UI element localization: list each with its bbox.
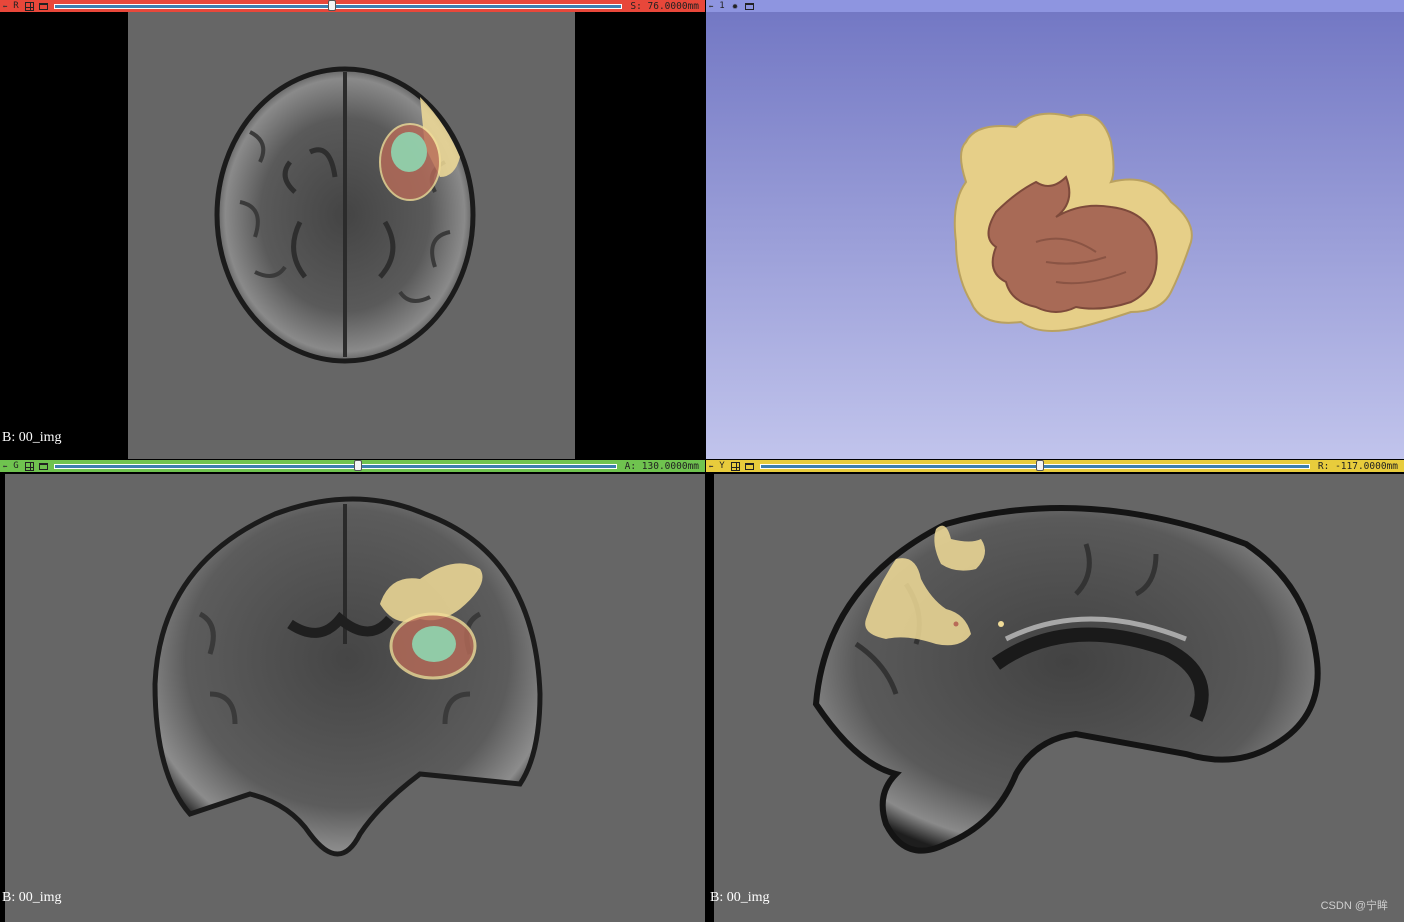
view-layout-icon[interactable] — [742, 460, 756, 472]
green-orientation-letter: G — [13, 461, 19, 471]
green-view-controller-bar: ⬅ G A: 130.0000mm — [0, 460, 705, 472]
pin-icon[interactable]: ⬅ — [0, 0, 10, 12]
red-slice-offset-slider[interactable] — [54, 0, 623, 12]
green-slice-view[interactable]: ⬅ G A: 130.0000mm B: 00_img — [0, 460, 705, 922]
watermark-text: CSDN @宁眸 — [1320, 900, 1388, 912]
yellow-slice-canvas[interactable]: B: 00_img CSDN @宁眸 — [706, 474, 1404, 922]
link-icon[interactable] — [728, 460, 742, 472]
pin-icon[interactable]: ⬅ — [706, 0, 716, 12]
red-slice-view[interactable]: ⬅ R S: 76.0000mm B: 00_img — [0, 0, 705, 459]
yellow-background-label: B: 00_img — [710, 890, 770, 905]
red-offset-label: S: 76.0000mm — [630, 0, 699, 12]
yellow-view-controller-bar: ⬅ Y R: -117.0000mm — [706, 460, 1404, 472]
yellow-slice-offset-slider[interactable] — [760, 460, 1310, 472]
green-background-label: B: 00_img — [2, 890, 62, 905]
yellow-orientation-letter: Y — [719, 461, 725, 471]
axial-enhancing-overlay — [391, 132, 427, 172]
green-slice-canvas[interactable]: B: 00_img — [0, 474, 705, 922]
yellow-slice-view[interactable]: ⬅ Y R: -117.0000mm B: 00_img CSDN @宁眸 — [706, 460, 1404, 922]
view-layout-icon[interactable] — [36, 0, 50, 12]
pin-icon[interactable]: ⬅ — [0, 460, 10, 472]
link-icon[interactable] — [22, 460, 36, 472]
yellow-offset-label: R: -117.0000mm — [1317, 460, 1398, 472]
red-background-label: B: 00_img — [2, 430, 62, 445]
threed-view[interactable]: ⬅ 1 ✹ — [706, 0, 1404, 459]
view-layout-icon[interactable] — [742, 0, 756, 12]
view-layout-icon[interactable] — [36, 460, 50, 472]
pin-icon[interactable]: ⬅ — [706, 460, 716, 472]
threed-canvas[interactable] — [706, 12, 1404, 459]
coronal-enhancing-overlay — [412, 626, 456, 662]
link-icon[interactable] — [22, 0, 36, 12]
green-slice-offset-slider[interactable] — [54, 460, 617, 472]
red-orientation-letter: R — [13, 1, 19, 11]
green-slider-thumb[interactable] — [353, 460, 362, 471]
threed-view-number: 1 — [719, 1, 725, 11]
threed-view-controller-bar: ⬅ 1 ✹ — [706, 0, 1404, 12]
green-offset-label: A: 130.0000mm — [624, 460, 699, 472]
red-view-controller-bar: ⬅ R S: 76.0000mm — [0, 0, 705, 12]
center-view-icon[interactable]: ✹ — [728, 0, 742, 12]
red-slice-canvas[interactable]: B: 00_img — [0, 12, 705, 459]
yellow-slider-thumb[interactable] — [1036, 460, 1045, 471]
red-slider-thumb[interactable] — [328, 0, 337, 11]
